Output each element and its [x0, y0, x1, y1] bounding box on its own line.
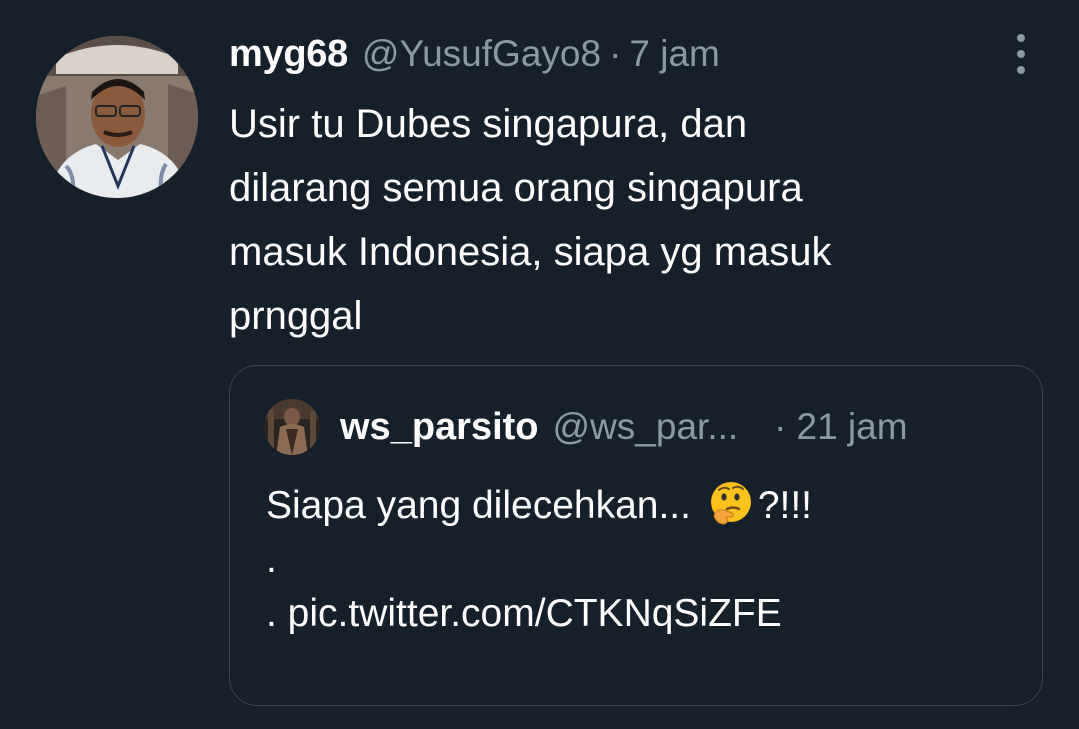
tweet-text-line: dilarang semua orang singapura [229, 166, 803, 210]
display-name[interactable]: myg68 [229, 33, 348, 76]
tweet-text: Usir tu Dubes singapura, dan dilarang se… [229, 92, 989, 348]
more-dot [1017, 34, 1025, 42]
tweet-text-line: Usir tu Dubes singapura, dan [229, 102, 748, 146]
more-dot [1017, 50, 1025, 58]
quoted-text-segment: Siapa yang dilecehkan... [266, 484, 702, 527]
separator-dot: · [774, 406, 787, 447]
quoted-display-name[interactable]: ws_parsito [340, 406, 539, 449]
more-vertical-icon[interactable] [1008, 34, 1034, 74]
tweet-card[interactable]: myg68 @YusufGayo8 · 7 jam Usir tu Dubes … [0, 0, 1079, 729]
profile-photo-icon [264, 399, 320, 455]
quoted-user-handle[interactable]: @ws_par... [553, 406, 739, 448]
quoted-tweet-text: Siapa yang dilecehkan... ?!!! . . pic.tw… [266, 479, 1026, 641]
quoted-text-line: . [266, 538, 277, 581]
quoted-tweet-timestamp[interactable]: 21 jam [797, 406, 908, 448]
tweet-header: myg68 @YusufGayo8 · 7 jam [229, 30, 720, 78]
quoted-user-avatar[interactable] [264, 399, 320, 455]
tweet-text-line: masuk Indonesia, siapa yg masuk [229, 230, 832, 274]
quoted-text-line: Siapa yang dilecehkan... ?!!! [266, 479, 1026, 533]
tweet-text-line: prnggal [229, 294, 363, 338]
tweet-timestamp[interactable]: 7 jam [629, 33, 719, 75]
more-dot [1017, 66, 1025, 74]
thinking-face-emoji-icon [708, 480, 754, 526]
separator-dot: · [609, 33, 622, 74]
quoted-tweet[interactable]: ws_parsito @ws_par... · 21 jam Siapa yan… [229, 365, 1043, 706]
profile-photo-icon [36, 36, 198, 198]
user-handle[interactable]: @YusufGayo8 [362, 33, 601, 75]
quoted-text-link-line[interactable]: . pic.twitter.com/CTKNqSiZFE [266, 587, 1026, 641]
quoted-text-segment: ?!!! [757, 484, 813, 527]
quoted-tweet-header: ws_parsito @ws_par... · 21 jam [340, 404, 1030, 450]
user-avatar[interactable] [36, 36, 198, 198]
